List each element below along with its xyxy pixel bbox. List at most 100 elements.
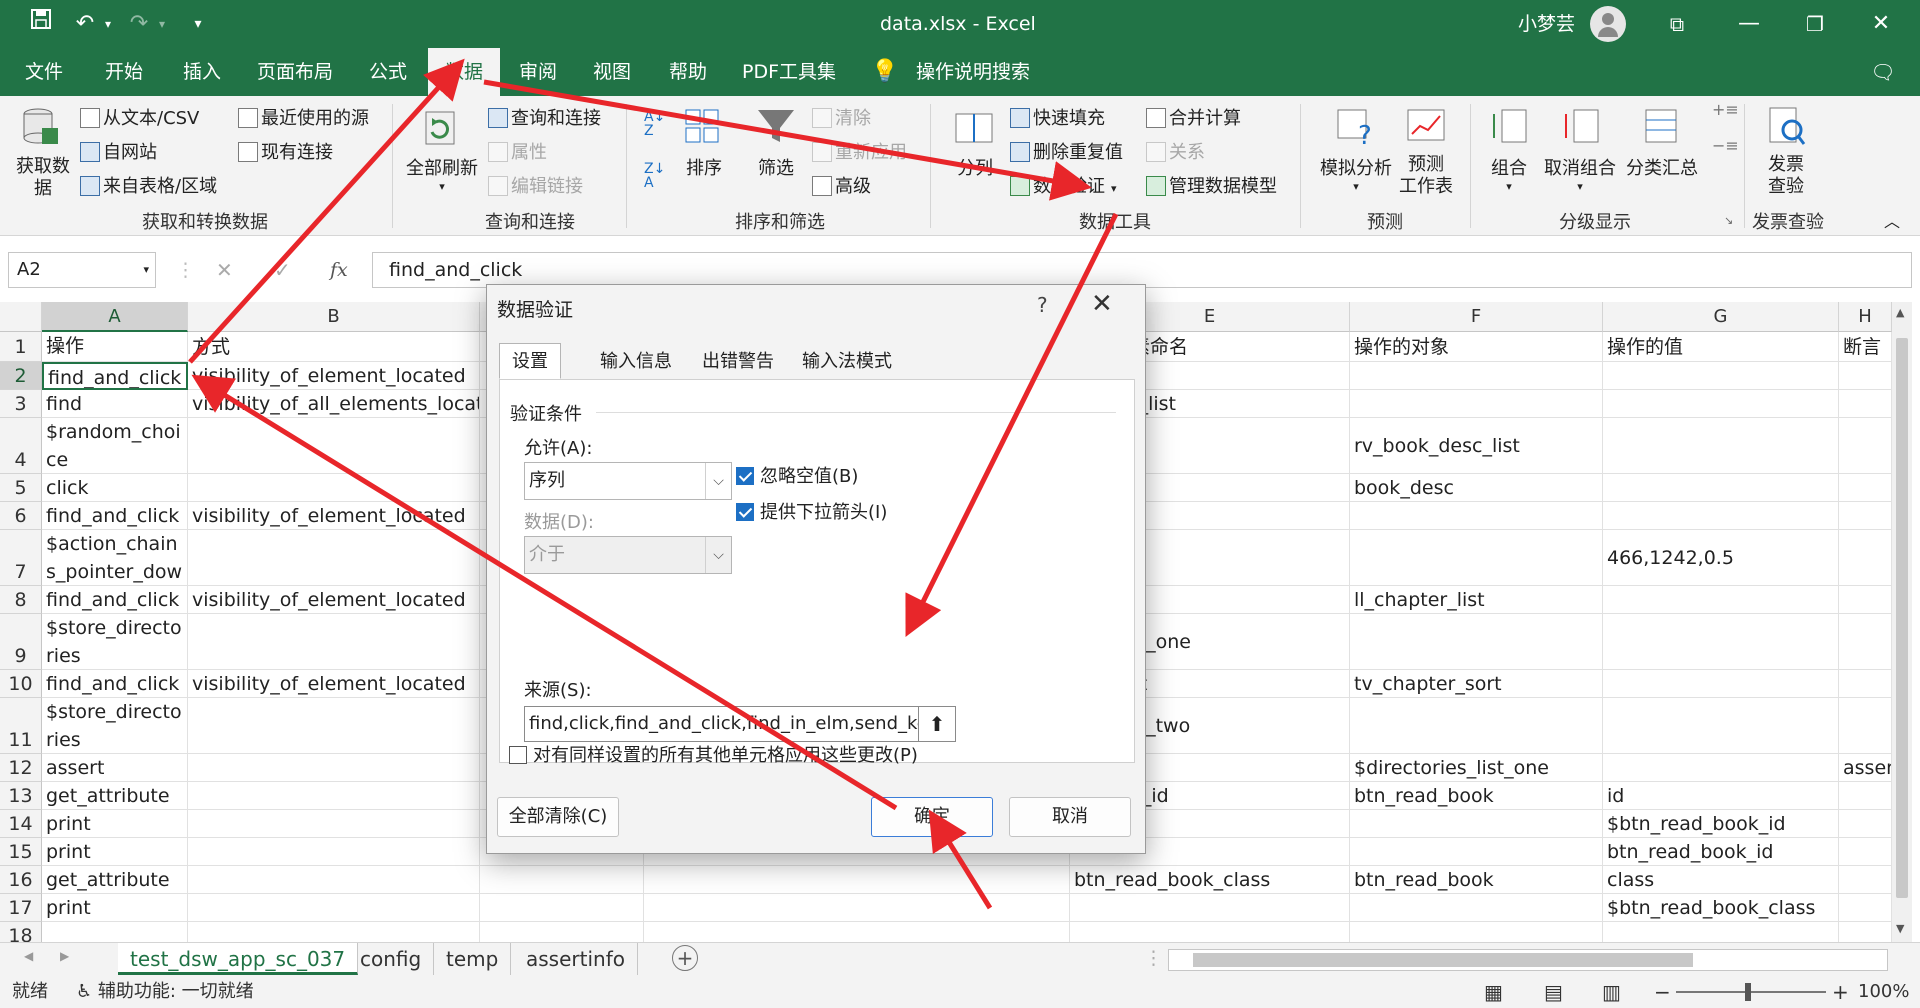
- cell-h7[interactable]: [1839, 530, 1892, 586]
- cell-f8[interactable]: ll_chapter_list: [1350, 586, 1603, 614]
- cell-b17[interactable]: [188, 894, 480, 922]
- scroll-up-icon[interactable]: ▲: [1896, 306, 1904, 319]
- cell-b1[interactable]: 方式: [188, 332, 480, 362]
- row-header[interactable]: 6: [0, 502, 42, 530]
- tell-me-search[interactable]: 操作说明搜索: [908, 48, 1038, 96]
- from-web-button[interactable]: 自网站: [80, 138, 157, 164]
- vertical-scroll-thumb[interactable]: [1896, 338, 1908, 898]
- avatar[interactable]: [1590, 6, 1626, 42]
- cell-a16[interactable]: get_attribute: [42, 866, 188, 894]
- cell-a2[interactable]: find_and_click: [42, 362, 188, 390]
- source-input[interactable]: find,click,find_and_click,find_in_elm,se…: [524, 706, 924, 742]
- normal-view-icon[interactable]: ▦: [1484, 976, 1503, 1008]
- cell-e16[interactable]: btn_read_book_class: [1070, 866, 1350, 894]
- cell-g7[interactable]: 466,1242,0.5: [1603, 530, 1839, 586]
- cell-h6[interactable]: [1839, 502, 1892, 530]
- cell-a3[interactable]: find: [42, 390, 188, 418]
- group-button[interactable]: 组合 ▾: [1486, 154, 1532, 193]
- column-header-f[interactable]: F: [1350, 302, 1603, 332]
- cell-b12[interactable]: [188, 754, 480, 782]
- row-header[interactable]: 11: [0, 698, 42, 754]
- page-layout-view-icon[interactable]: ▤: [1544, 976, 1563, 1008]
- cell-b8[interactable]: visibility_of_element_located: [188, 586, 480, 614]
- cell-a8[interactable]: find_and_click: [42, 586, 188, 614]
- cell-h3[interactable]: [1839, 390, 1892, 418]
- data-validation-button[interactable]: 数据验证 ▾: [1010, 172, 1117, 198]
- row-header[interactable]: 8: [0, 586, 42, 614]
- row-header[interactable]: 12: [0, 754, 42, 782]
- cell-h11[interactable]: [1839, 698, 1892, 754]
- cell-h9[interactable]: [1839, 614, 1892, 670]
- zoom-slider-handle[interactable]: [1745, 983, 1751, 1001]
- formula-input[interactable]: find_and_click: [372, 252, 1912, 288]
- cell-g1[interactable]: 操作的值: [1603, 332, 1839, 362]
- cell-a10[interactable]: find_and_click: [42, 670, 188, 698]
- cell-b9[interactable]: [188, 614, 480, 670]
- cell-h10[interactable]: [1839, 670, 1892, 698]
- cell-g6[interactable]: [1603, 502, 1839, 530]
- flash-fill-button[interactable]: 快速填充: [1010, 104, 1105, 130]
- sort-button[interactable]: 排序: [682, 154, 726, 180]
- cell-a7[interactable]: $action_chains_pointer_down: [42, 530, 188, 586]
- cell-g8[interactable]: [1603, 586, 1839, 614]
- data-select[interactable]: 介于 ⌵: [524, 536, 732, 574]
- dialog-close-icon[interactable]: ✕: [1091, 289, 1113, 319]
- dialog-tab-input-message[interactable]: 输入信息: [587, 343, 685, 379]
- edit-links-button[interactable]: 编辑链接: [488, 172, 583, 198]
- cell-a6[interactable]: find_and_click: [42, 502, 188, 530]
- advanced-filter-button[interactable]: 高级: [812, 172, 871, 198]
- refresh-all-button[interactable]: 全部刷新 ▾: [406, 154, 478, 193]
- column-header-a[interactable]: A: [42, 302, 188, 332]
- cell-a9[interactable]: $store_directories: [42, 614, 188, 670]
- cell-a4[interactable]: $random_choice: [42, 418, 188, 474]
- cell-g16[interactable]: class: [1603, 866, 1839, 894]
- outline-launcher-icon[interactable]: ↘: [1724, 214, 1733, 227]
- sheet-tab-config[interactable]: config: [348, 943, 435, 975]
- cell-f17[interactable]: [1350, 894, 1603, 922]
- cell-h5[interactable]: [1839, 474, 1892, 502]
- cell-f3[interactable]: [1350, 390, 1603, 418]
- page-break-view-icon[interactable]: ▥: [1602, 976, 1621, 1008]
- cell-a11[interactable]: $store_directories: [42, 698, 188, 754]
- dialog-tab-settings[interactable]: 设置: [499, 343, 561, 379]
- ribbon-display-options-icon[interactable]: ⧉: [1662, 8, 1692, 40]
- row-header[interactable]: 3: [0, 390, 42, 418]
- sheet-prev-icon[interactable]: ◀: [24, 949, 33, 963]
- row-header[interactable]: 9: [0, 614, 42, 670]
- tab-insert[interactable]: 插入: [172, 48, 232, 96]
- hide-detail-icon[interactable]: −≡: [1712, 136, 1739, 155]
- cell-a12[interactable]: assert: [42, 754, 188, 782]
- tab-data[interactable]: 数据: [428, 48, 500, 96]
- cell-b3[interactable]: visibility_of_all_elements_located: [188, 390, 480, 418]
- cell-h1[interactable]: 断言: [1839, 332, 1892, 362]
- from-text-csv-button[interactable]: 从文本/CSV: [80, 104, 199, 130]
- cell-b13[interactable]: [188, 782, 480, 810]
- row-header[interactable]: 14: [0, 810, 42, 838]
- cell-c17[interactable]: [480, 894, 644, 922]
- collapse-dialog-icon[interactable]: ⬆: [918, 706, 956, 742]
- cell-f9[interactable]: [1350, 614, 1603, 670]
- cell-b6[interactable]: visibility_of_element_located: [188, 502, 480, 530]
- sort-za-icon[interactable]: Z↓ A: [644, 162, 665, 190]
- cell-g14[interactable]: $btn_read_book_id: [1603, 810, 1839, 838]
- row-header[interactable]: 1: [0, 332, 42, 362]
- insert-function-icon[interactable]: fx: [330, 252, 348, 288]
- cell-g12[interactable]: [1603, 754, 1839, 782]
- name-box-dropdown-icon[interactable]: ▾: [143, 253, 149, 287]
- cell-g10[interactable]: [1603, 670, 1839, 698]
- ok-button[interactable]: 确定: [871, 797, 993, 837]
- cell-b4[interactable]: [188, 418, 480, 474]
- sort-az-icon[interactable]: A↓ Z: [644, 110, 665, 138]
- name-box[interactable]: A2 ▾: [8, 252, 156, 288]
- existing-connections-button[interactable]: 现有连接: [238, 138, 333, 164]
- cell-b15[interactable]: [188, 838, 480, 866]
- cell-g11[interactable]: [1603, 698, 1839, 754]
- add-sheet-icon[interactable]: +: [672, 945, 698, 971]
- cell-f13[interactable]: btn_read_book: [1350, 782, 1603, 810]
- row-header[interactable]: 16: [0, 866, 42, 894]
- ungroup-button[interactable]: 取消组合 ▾: [1540, 154, 1620, 193]
- recent-sources-button[interactable]: 最近使用的源: [238, 104, 369, 130]
- horizontal-scroll-thumb[interactable]: [1193, 953, 1693, 967]
- horizontal-scrollbar[interactable]: [1168, 949, 1888, 971]
- cell-f7[interactable]: [1350, 530, 1603, 586]
